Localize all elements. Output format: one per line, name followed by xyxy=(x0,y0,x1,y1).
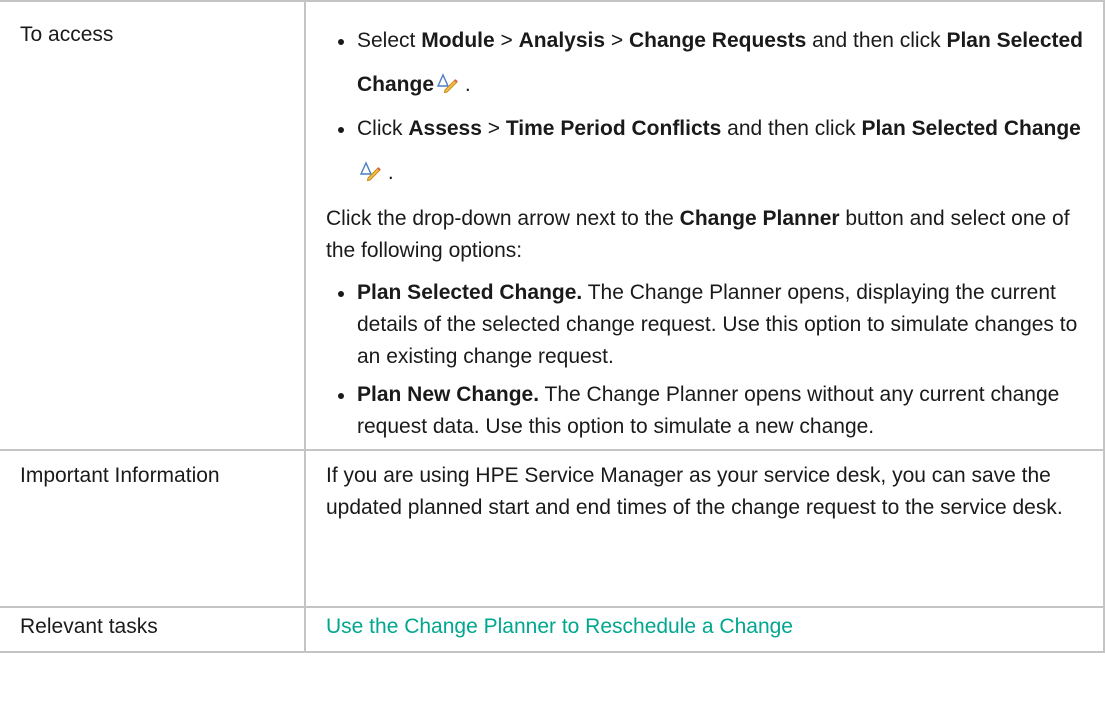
menu-module: Module xyxy=(421,29,495,52)
access-steps-list: Select Module > Analysis > Change Reques… xyxy=(326,19,1103,195)
row-to-access: To access Select Module > Analysis > Cha… xyxy=(0,0,1105,451)
important-information-text: If you are using HPE Service Manager as … xyxy=(326,464,1063,519)
plan-change-pencil-icon xyxy=(436,73,458,93)
access-step-module: Select Module > Analysis > Change Reques… xyxy=(326,19,1103,107)
change-planner-button-name: Change Planner xyxy=(679,207,840,230)
text: > xyxy=(481,117,506,140)
option-title: Plan New Change. xyxy=(357,383,540,406)
option-title: Plan Selected Change. xyxy=(357,281,583,304)
planner-options-list: Plan Selected Change. The Change Planner… xyxy=(326,277,1103,443)
content-cell: If you are using HPE Service Manager as … xyxy=(304,449,1105,608)
text: . xyxy=(382,161,394,184)
text: Click the drop-down arrow next to the xyxy=(326,207,680,230)
text: Click xyxy=(357,117,409,140)
row-label-important-information: Important Information xyxy=(20,464,220,487)
option-plan-new-change: Plan New Change. The Change Planner open… xyxy=(326,379,1103,443)
row-important-information: Important Information If you are using H… xyxy=(0,449,1105,608)
content-cell: Use the Change Planner to Reschedule a C… xyxy=(304,606,1105,653)
label-cell: Relevant tasks xyxy=(0,606,306,653)
info-table: To access Select Module > Analysis > Cha… xyxy=(0,0,1105,653)
menu-change-requests: Change Requests xyxy=(628,29,807,52)
menu-assess: Assess xyxy=(408,117,482,140)
text: and then click xyxy=(806,29,947,52)
text: > xyxy=(494,29,519,52)
planner-options-intro: Click the drop-down arrow next to the Ch… xyxy=(326,203,1103,267)
text: > xyxy=(605,29,629,52)
label-cell: To access xyxy=(0,0,306,451)
menu-analysis: Analysis xyxy=(518,29,606,52)
text: . xyxy=(459,73,471,96)
row-label-relevant-tasks: Relevant tasks xyxy=(20,615,158,638)
relevant-task-link[interactable]: Use the Change Planner to Reschedule a C… xyxy=(326,615,793,638)
label-cell: Important Information xyxy=(0,449,306,608)
plan-change-pencil-icon xyxy=(359,161,381,181)
access-step-assess: Click Assess > Time Period Conflicts and… xyxy=(326,107,1103,195)
text: Select xyxy=(357,29,422,52)
row-relevant-tasks: Relevant tasks Use the Change Planner to… xyxy=(0,606,1105,653)
menu-time-period-conflicts: Time Period Conflicts xyxy=(505,117,722,140)
text: and then click xyxy=(721,117,862,140)
command-plan-selected-change: Plan Selected Change xyxy=(861,117,1081,140)
content-cell: Select Module > Analysis > Change Reques… xyxy=(304,0,1105,451)
option-plan-selected-change: Plan Selected Change. The Change Planner… xyxy=(326,277,1103,373)
row-label-to-access: To access xyxy=(20,23,114,46)
